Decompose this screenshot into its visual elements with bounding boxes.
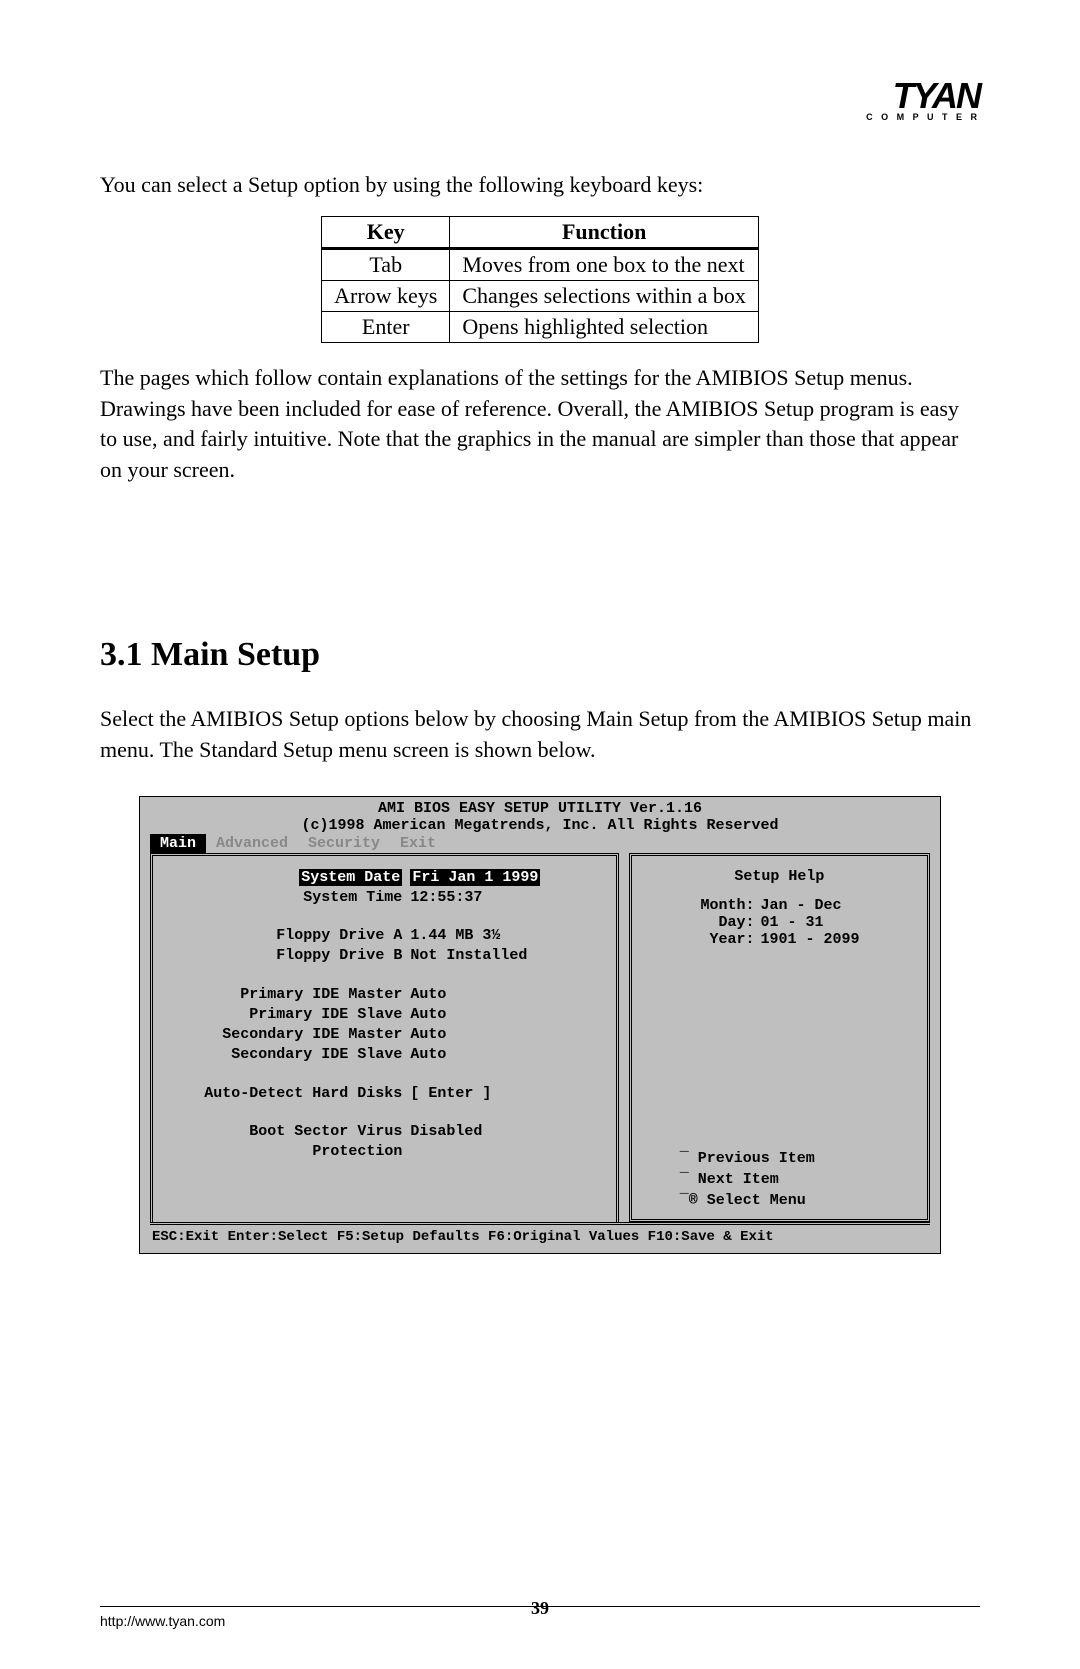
bios-tab-exit[interactable]: Exit [390, 834, 446, 853]
description-text: The pages which follow contain explanati… [100, 363, 980, 486]
bios-field-floppy-b[interactable]: Floppy Drive B Not Installed [161, 946, 608, 966]
bios-main-panel: System Date Fri Jan 1 1999 System Time 1… [150, 853, 619, 1223]
bios-footer-keys: ESC:Exit Enter:Select F5:Setup Defaults … [150, 1222, 930, 1247]
bios-field-system-date[interactable]: System Date Fri Jan 1 1999 [161, 868, 608, 888]
bios-help-year: Year:1901 - 2099 [640, 931, 919, 948]
intro-text: You can select a Setup option by using t… [100, 170, 980, 201]
logo-sub: C O M P U T E R [866, 112, 980, 122]
bios-field-autodetect[interactable]: Auto-Detect Hard Disks [ Enter ] [161, 1084, 608, 1104]
section-heading: 3.1 Main Setup [100, 636, 980, 674]
bios-tab-advanced[interactable]: Advanced [206, 834, 298, 853]
bios-tab-row: Main Advanced Security Exit [140, 834, 940, 853]
page-number: 39 [100, 1598, 980, 1619]
bios-tab-security[interactable]: Security [298, 834, 390, 853]
table-row: Enter Opens highlighted selection [322, 311, 759, 342]
bios-tab-main[interactable]: Main [150, 834, 206, 853]
bios-field-pide-slave[interactable]: Primary IDE Slave Auto [161, 1005, 608, 1025]
bios-field-system-time[interactable]: System Time 12:55:37 [161, 888, 608, 908]
table-row: Arrow keys Changes selections within a b… [322, 280, 759, 311]
bios-help-title: Setup Help [640, 868, 919, 885]
bios-field-side-slave[interactable]: Secondary IDE Slave Auto [161, 1045, 608, 1065]
brand-logo: TYAN C O M P U T E R [866, 80, 980, 122]
bios-field-floppy-a[interactable]: Floppy Drive A 1.44 MB 3½ [161, 926, 608, 946]
bios-help-panel: Setup Help Month:Jan - Dec Day:01 - 31 Y… [629, 853, 930, 1223]
page-footer: http://www.tyan.com 39 [100, 1606, 980, 1629]
logo-main: TYAN [866, 80, 980, 112]
bios-screenshot: AMI BIOS EASY SETUP UTILITY Ver.1.16 (c)… [139, 796, 941, 1255]
key-function-table: Key Function Tab Moves from one box to t… [321, 216, 759, 343]
section-description: Select the AMIBIOS Setup options below b… [100, 704, 980, 766]
th-key: Key [322, 216, 450, 248]
bios-help-nav: ¯ Previous Item ¯ Next Item ¯® Select Me… [640, 1148, 919, 1211]
bios-help-day: Day:01 - 31 [640, 914, 919, 931]
bios-field-bootvirus[interactable]: Boot Sector Virus Protection Disabled [161, 1122, 608, 1163]
bios-field-pide-master[interactable]: Primary IDE Master Auto [161, 985, 608, 1005]
bios-help-month: Month:Jan - Dec [640, 897, 919, 914]
th-function: Function [450, 216, 759, 248]
bios-field-side-master[interactable]: Secondary IDE Master Auto [161, 1025, 608, 1045]
table-row: Tab Moves from one box to the next [322, 248, 759, 280]
bios-title-2: (c)1998 American Megatrends, Inc. All Ri… [140, 817, 940, 834]
bios-title-1: AMI BIOS EASY SETUP UTILITY Ver.1.16 [140, 800, 940, 817]
